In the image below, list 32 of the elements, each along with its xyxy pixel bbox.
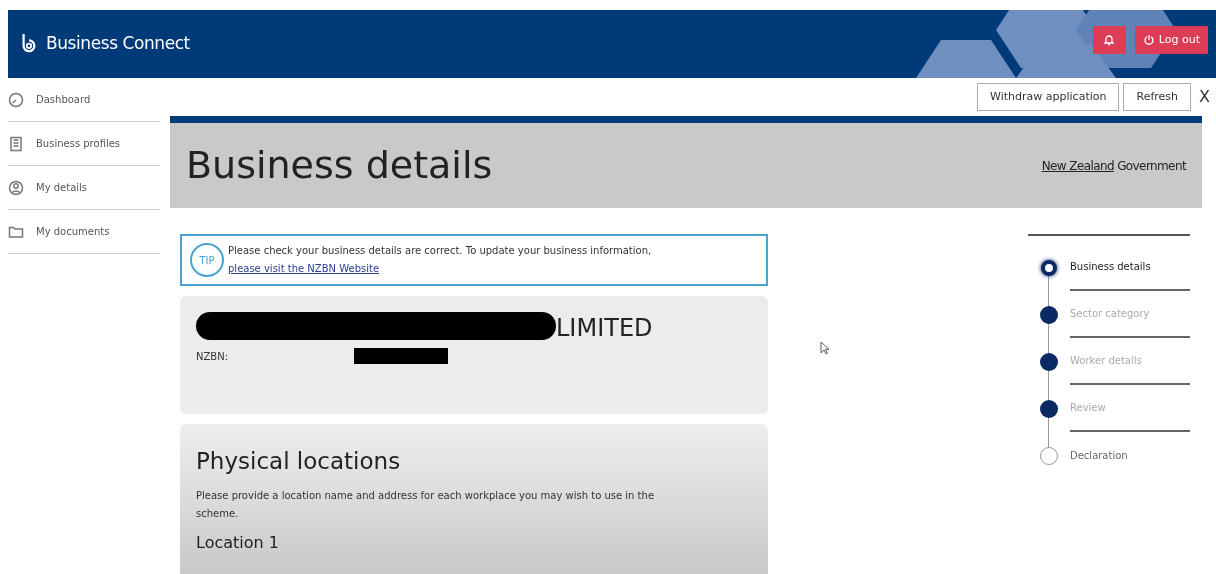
section-title: Physical locations — [196, 447, 402, 476]
notifications-button[interactable] — [1092, 26, 1126, 54]
logout-button[interactable]: Log out — [1134, 26, 1208, 54]
step-label: Business details — [1070, 260, 1151, 274]
tip-text: Please check your business details are correct. To update your business information, please visit the NZBN Website — [228, 244, 653, 276]
gauge-icon — [8, 91, 24, 108]
person-icon — [8, 179, 24, 196]
section-description: Please provide a location name and address for each workplace you may wish to use in the scheme. — [196, 488, 656, 521]
sidebar-item[interactable]: Business profiles — [8, 122, 160, 166]
page-title: Business details — [186, 142, 493, 189]
step-label: Review — [1070, 401, 1106, 415]
building-icon — [8, 135, 24, 152]
nzbn-website-link[interactable]: please visit the NZBN Website — [228, 263, 380, 274]
step-label: Worker details — [1070, 354, 1142, 368]
tip-badge: TIP — [190, 243, 224, 277]
logo-icon — [20, 33, 38, 55]
sidebar-item[interactable]: Dashboard — [8, 78, 160, 122]
step-label: Sector category — [1070, 307, 1150, 321]
sidebar-item[interactable]: My documents — [8, 210, 160, 254]
location-title: Location 1 — [196, 531, 280, 554]
sidebar-item[interactable]: My details — [8, 166, 160, 210]
refresh-button[interactable]: Refresh — [1123, 83, 1192, 111]
nzbn-label: NZBN: — [196, 349, 230, 364]
mouse-pointer-icon — [820, 341, 830, 355]
brand-name: Business Connect — [46, 32, 190, 56]
government-logo: New Zealand Government — [1041, 157, 1186, 175]
power-icon — [1142, 34, 1155, 46]
step-label: Declaration — [1070, 449, 1128, 463]
close-button[interactable]: X — [1195, 85, 1214, 109]
withdraw-application-button[interactable]: Withdraw application — [977, 83, 1120, 111]
business-name: LIMITED — [556, 316, 653, 340]
bell-icon — [1103, 34, 1116, 46]
